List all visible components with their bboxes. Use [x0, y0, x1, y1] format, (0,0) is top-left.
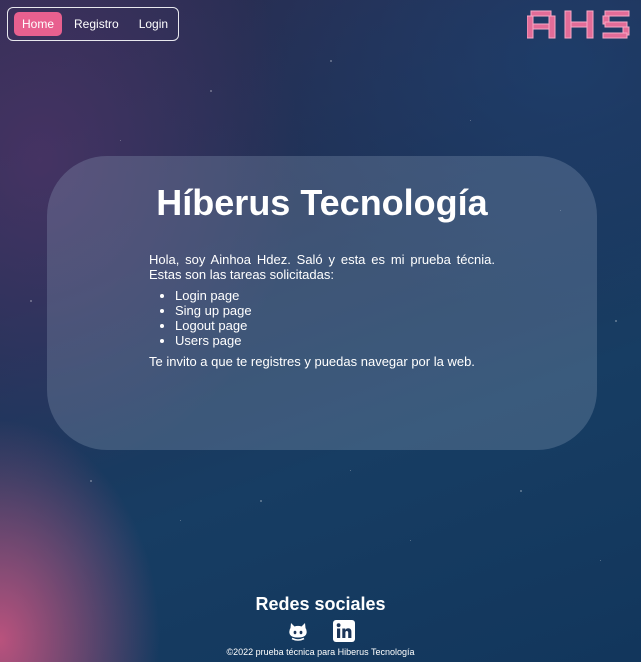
task-item: Login page — [175, 288, 495, 303]
linkedin-icon[interactable] — [332, 620, 355, 642]
background-speck — [90, 480, 92, 482]
background-speck — [410, 540, 411, 541]
background-speck — [470, 120, 471, 121]
nav-registro-link[interactable]: Registro — [66, 12, 127, 36]
nav-login-link[interactable]: Login — [131, 12, 176, 36]
ahs-logo — [527, 10, 630, 39]
background-speck — [600, 560, 601, 561]
intro-text: Hola, soy Ainhoa Hdez. Saló y esta es mi… — [149, 252, 495, 282]
github-icon[interactable] — [287, 620, 309, 642]
nav-home-link[interactable]: Home — [14, 12, 63, 36]
task-list: Login page Sing up page Logout page User… — [149, 288, 495, 348]
background-speck — [350, 470, 351, 471]
copyright-text: ©2022 prueba técnica para Hiberus Tecnol… — [226, 647, 415, 657]
page-title: Híberus Tecnología — [156, 182, 488, 223]
background-speck — [615, 320, 617, 322]
intro-card: Híberus Tecnología Hola, soy Ainhoa Hdez… — [47, 156, 597, 450]
social-title: Redes sociales — [255, 594, 386, 614]
social-icons — [0, 620, 641, 642]
task-item: Users page — [175, 333, 495, 348]
background-speck — [30, 300, 32, 302]
invite-text: Te invito a que te registres y puedas na… — [149, 354, 475, 369]
background-speck — [210, 90, 212, 92]
background-speck — [260, 500, 262, 502]
background-speck — [330, 60, 332, 62]
background-speck — [520, 490, 522, 492]
task-item: Sing up page — [175, 303, 495, 318]
intro-content: Hola, soy Ainhoa Hdez. Saló y esta es mi… — [149, 252, 495, 369]
background-speck — [120, 140, 121, 141]
background-speck — [180, 520, 181, 521]
task-item: Logout page — [175, 318, 495, 333]
main-navbar: Home Registro Login — [7, 7, 179, 41]
